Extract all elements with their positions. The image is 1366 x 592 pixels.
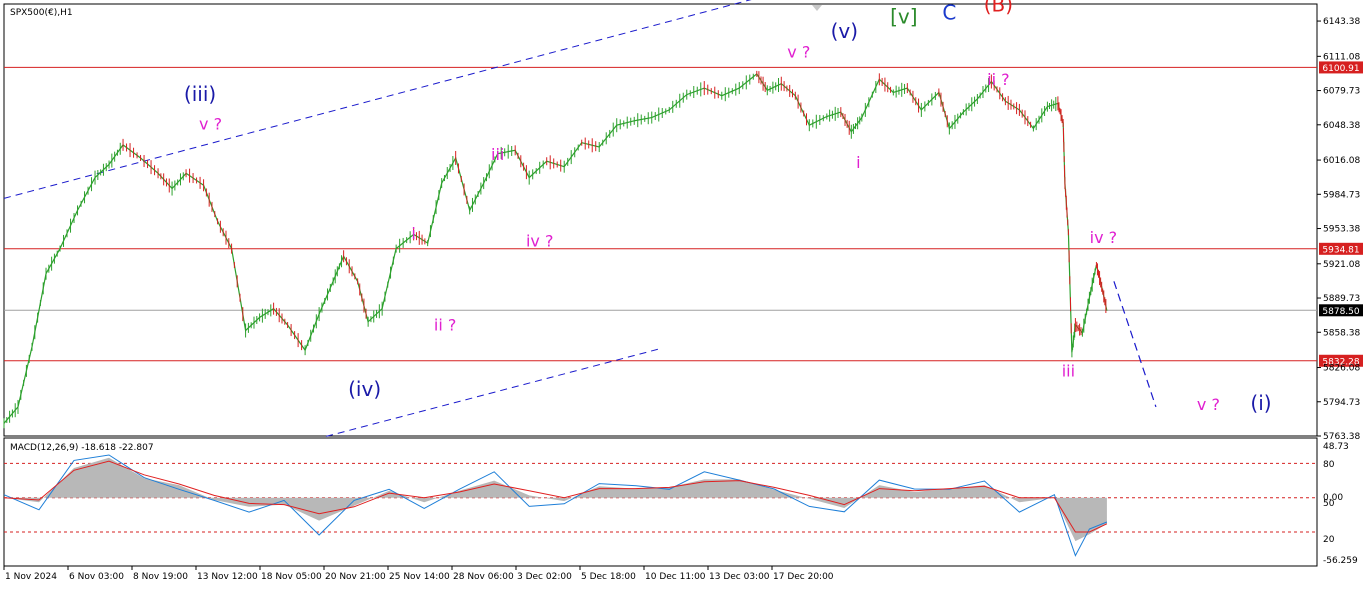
price-y-tick-label: 5826.08: [1323, 364, 1360, 374]
macd-y-tick-label: 80: [1323, 460, 1335, 470]
macd-panel-frame: [3, 437, 1318, 567]
wave-label: ii ?: [434, 315, 456, 334]
wave-label: iv ?: [1090, 228, 1118, 247]
x-tick-label: 10 Dec 11:00: [645, 572, 706, 582]
x-tick-label: 3 Dec 02:00: [517, 572, 572, 582]
macd-title: MACD(12,26,9) -18.618 -22.807: [10, 443, 154, 453]
wave-label: C: [942, 0, 956, 24]
time-x-axis: 1 Nov 2024 6 Nov 03:00 8 Nov 19:00 13 Nov 1…: [3, 566, 834, 582]
macd-y-tick-label: 48.73: [1323, 442, 1349, 452]
price-y-tick-label: 5763.38: [1323, 432, 1360, 442]
price-y-tick-label: 5921.08: [1323, 260, 1360, 270]
wave-label: v ?: [199, 115, 222, 134]
wave-label: v ?: [1197, 395, 1220, 414]
price-panel-frame: [3, 3, 1318, 437]
x-tick-label: 17 Dec 20:00: [773, 572, 834, 582]
macd-y-tick-label: 20: [1323, 535, 1335, 545]
x-tick-label: 6 Nov 03:00: [69, 572, 124, 582]
price-y-tick-label: 5953.38: [1323, 225, 1360, 235]
chart-window: 6100.91 5934.81 5832.28 5878.50 (iii) v ? i ii…: [0, 0, 1366, 588]
price-level-label: 5878.50: [1322, 307, 1359, 317]
price-y-axis: 6143.38 6111.08 6079.73 6048.38 6016.08 5984.…: [1317, 17, 1360, 442]
x-tick-label: 13 Nov 12:00: [197, 572, 258, 582]
wave-label: (v): [831, 19, 858, 43]
wave-label: i: [856, 153, 860, 172]
price-y-tick-label: 5794.73: [1323, 398, 1360, 408]
price-y-tick-label: 6048.38: [1323, 121, 1360, 131]
x-tick-label: 8 Nov 19:00: [133, 572, 188, 582]
x-tick-label: 13 Dec 03:00: [709, 572, 770, 582]
price-y-tick-label: 6143.38: [1323, 17, 1360, 27]
wave-label: ii ?: [987, 70, 1009, 89]
wave-label: iv ?: [526, 231, 554, 250]
chart-title: SPX500(€),H1: [10, 8, 73, 18]
x-tick-label: 18 Nov 05:00: [261, 572, 322, 582]
wave-label: v ?: [787, 43, 810, 62]
wave-label: [v]: [890, 5, 917, 29]
price-level-label: 6100.91: [1322, 64, 1359, 74]
wave-label: (iii): [184, 82, 216, 106]
macd-y-tick-label: 50: [1323, 499, 1335, 509]
price-y-tick-label: 5858.38: [1323, 328, 1360, 338]
price-level-label: 5934.81: [1322, 245, 1359, 255]
price-y-tick-label: 6111.08: [1323, 52, 1360, 62]
macd-y-axis: 48.73800.005020-56.259: [1323, 442, 1358, 566]
x-tick-label: 28 Nov 06:00: [453, 572, 514, 582]
price-y-tick-label: 5984.73: [1323, 190, 1360, 200]
price-y-tick-label: 6079.73: [1323, 87, 1360, 97]
wave-label: (B): [984, 0, 1013, 17]
wave-label: iii: [491, 145, 504, 164]
wave-label: i: [411, 224, 415, 243]
wave-label: (i): [1250, 391, 1271, 415]
wave-label: (iv): [348, 377, 381, 401]
price-y-tick-label: 5889.73: [1323, 294, 1360, 304]
x-tick-label: 5 Dec 18:00: [581, 572, 636, 582]
x-tick-label: 20 Nov 21:00: [325, 572, 386, 582]
wave-label: iii: [1062, 361, 1075, 380]
x-tick-label: 1 Nov 2024: [5, 572, 57, 582]
price-y-tick-label: 6016.08: [1323, 156, 1360, 166]
chart-canvas[interactable]: 6100.915934.815832.285878.50 (iii)v ?iii…: [0, 0, 1366, 588]
x-tick-label: 25 Nov 14:00: [389, 572, 450, 582]
macd-y-tick-label: -56.259: [1323, 556, 1358, 566]
